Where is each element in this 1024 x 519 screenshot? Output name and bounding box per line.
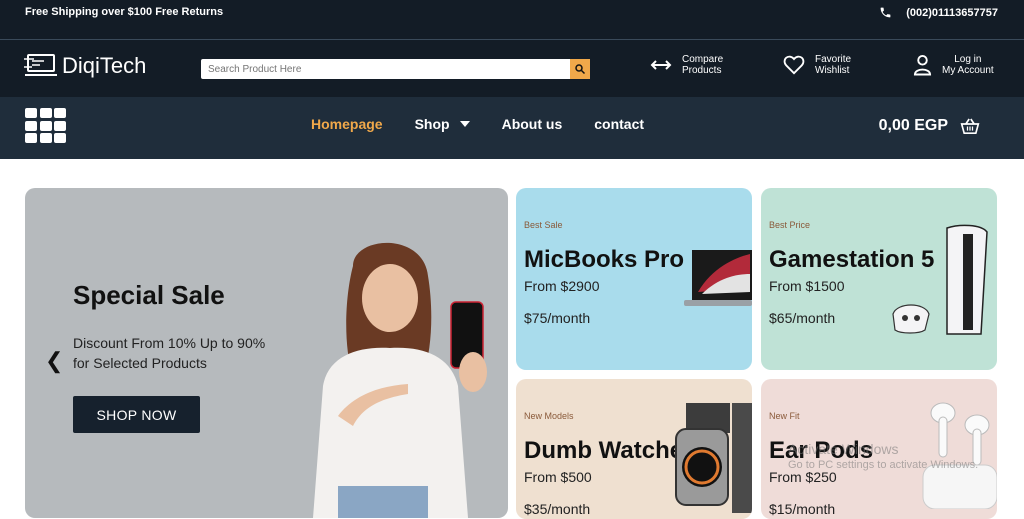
categories-grid-icon[interactable]: [25, 108, 66, 144]
card-title: Dumb Watches: [524, 437, 697, 464]
search-button[interactable]: [570, 59, 590, 79]
logo-icon: [24, 54, 57, 76]
user-icon: [913, 55, 932, 76]
card-tag: Best Price: [769, 220, 811, 230]
nav-item-about[interactable]: About us: [502, 116, 563, 132]
search-icon: [575, 64, 586, 75]
wishlist-label-1: Favorite: [815, 54, 852, 65]
main-nav: Homepage Shop About us contact 0,00 EGP: [0, 97, 1024, 159]
laptop-image: [684, 250, 752, 306]
nav-item-contact[interactable]: contact: [594, 116, 644, 132]
chevron-left-icon[interactable]: ❮: [45, 348, 63, 374]
card-price: From $1500: [769, 278, 845, 294]
card-tag: New Models: [524, 411, 574, 421]
wishlist-label-2: Wishlist: [815, 65, 850, 76]
watermark-line-2: Go to PC settings to activate Windows.: [788, 459, 979, 471]
hero-model-image: [313, 242, 487, 518]
phone-number: (002)01113657757: [906, 6, 998, 19]
brand-name: DiqiTech: [62, 53, 147, 78]
shop-now-button[interactable]: SHOP NOW: [73, 396, 200, 433]
shopping-basket-icon: [960, 118, 980, 134]
watch-image: [675, 403, 752, 513]
chevron-down-icon: [459, 121, 470, 127]
brand-logo[interactable]: DiqiTech: [24, 53, 146, 79]
search-input[interactable]: [201, 59, 570, 79]
card-monthly: $35/month: [524, 501, 591, 517]
hero-banner: ❮ Special Sale Discount From 10% Up to 9…: [25, 188, 508, 518]
activate-windows-watermark: Activate Windows Go to PC settings to ac…: [788, 441, 978, 471]
search-bar: [201, 59, 590, 79]
top-bar: Free Shipping over $100 Free Returns (00…: [0, 0, 1024, 40]
compare-products-link[interactable]: Compare Products: [650, 54, 723, 76]
account-link[interactable]: Log in My Account: [913, 54, 994, 76]
nav-item-shop[interactable]: Shop: [415, 116, 470, 132]
card-tag: New Fit: [769, 411, 800, 421]
card-monthly: $65/month: [769, 310, 836, 326]
product-card-gamestation[interactable]: Best Price Gamestation 5 From $1500 $65/…: [761, 188, 997, 370]
shipping-notice: Free Shipping over $100 Free Returns: [25, 6, 224, 18]
main-header: DiqiTech CompareProducts FavoriteWishlis…: [0, 40, 1024, 97]
cart-summary[interactable]: 0,00 EGP: [879, 117, 980, 135]
phone-contact[interactable]: (002)01113657757: [879, 6, 998, 19]
card-monthly: $75/month: [524, 310, 591, 326]
nav-item-shop-label: Shop: [414, 116, 450, 132]
account-label-2: My Account: [942, 65, 994, 76]
card-price: From $2900: [524, 278, 600, 294]
card-monthly: $15/month: [769, 501, 836, 517]
nav-item-homepage[interactable]: Homepage: [311, 116, 383, 132]
product-card-watches[interactable]: New Models Dumb Watches From $500 $35/mo…: [516, 379, 752, 519]
hero-subtitle: Discount From 10% Up to 90% for Selected…: [73, 335, 266, 371]
phone-icon: [880, 7, 891, 18]
card-title: MicBooks Pro: [524, 246, 685, 273]
compare-arrows-icon: [650, 60, 672, 70]
compare-label-2: Products: [682, 65, 722, 76]
card-price: From $250: [769, 469, 837, 485]
card-tag: Best Sale: [524, 220, 563, 230]
product-card-macbook[interactable]: Best Sale MicBooks Pro From $2900 $75/mo…: [516, 188, 752, 370]
watermark-line-1: Activate Windows: [788, 441, 899, 457]
cart-total: 0,00 EGP: [878, 117, 948, 134]
card-price: From $500: [524, 469, 592, 485]
nav-menu: Homepage Shop About us contact: [311, 116, 644, 132]
console-image: [892, 224, 988, 335]
heart-icon: [783, 55, 805, 75]
wishlist-link[interactable]: Favorite Wishlist: [783, 54, 851, 76]
account-label-1: Log in: [954, 54, 982, 65]
compare-label-1: Compare: [682, 54, 724, 65]
hero-title: Special Sale: [73, 280, 225, 310]
